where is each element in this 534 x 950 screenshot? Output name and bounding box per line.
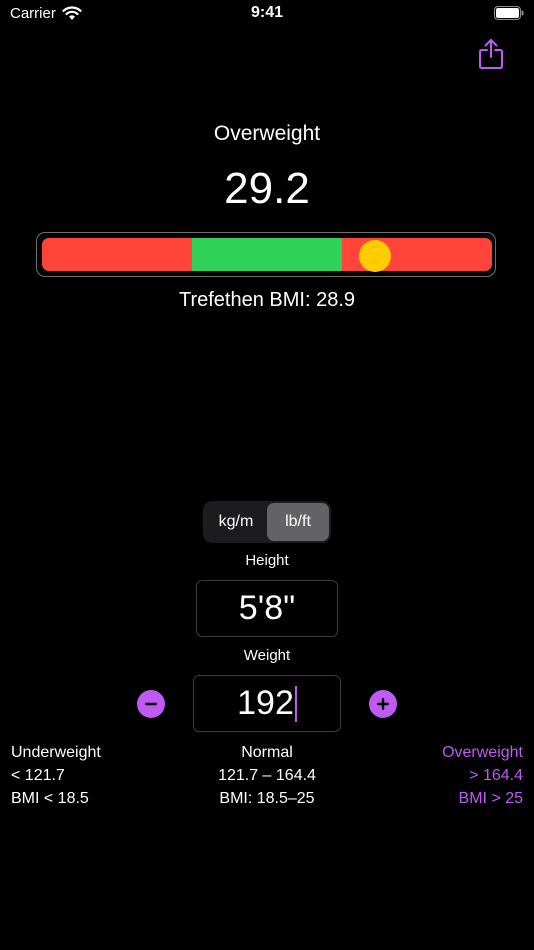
height-value: 5'8" [238, 589, 296, 627]
height-label: Height [245, 552, 289, 569]
minus-icon [145, 702, 157, 706]
status-time: 9:41 [250, 4, 284, 21]
battery-icon [494, 6, 524, 20]
plus-icon [377, 698, 389, 710]
weight-value: 192 [237, 684, 294, 722]
range-bmi: BMI > 25 [458, 790, 523, 807]
bmi-calculator-screen: Carrier 9:41 Overweight 29.2 Trefethen B… [0, 0, 534, 950]
units-segmented-control: kg/m lb/ft [203, 501, 331, 543]
increase-weight-button[interactable] [369, 690, 397, 718]
range-overweight: Overweight > 164.4 BMI > 25 [442, 741, 523, 810]
text-cursor [294, 685, 297, 722]
bmi-category: Overweight [213, 122, 321, 145]
share-icon[interactable] [478, 38, 504, 70]
decrease-weight-button[interactable] [137, 690, 165, 718]
unit-option-kg-m[interactable]: kg/m [205, 503, 267, 541]
unit-option-lb-ft[interactable]: lb/ft [267, 503, 329, 541]
height-field[interactable]: 5'8" [196, 580, 338, 637]
range-title: Overweight [442, 744, 523, 761]
range-weight: > 164.4 [469, 767, 523, 784]
gauge-segment [191, 238, 342, 271]
bmi-value: 29.2 [224, 164, 310, 213]
trefethen-bmi: Trefethen BMI: 28.9 [178, 289, 355, 311]
gauge-marker [359, 240, 391, 272]
gauge-segment [42, 238, 192, 271]
bmi-gauge [36, 232, 496, 277]
weight-field[interactable]: 192 [193, 675, 341, 732]
gauge-bar [42, 238, 492, 271]
weight-label: Weight [243, 647, 291, 664]
